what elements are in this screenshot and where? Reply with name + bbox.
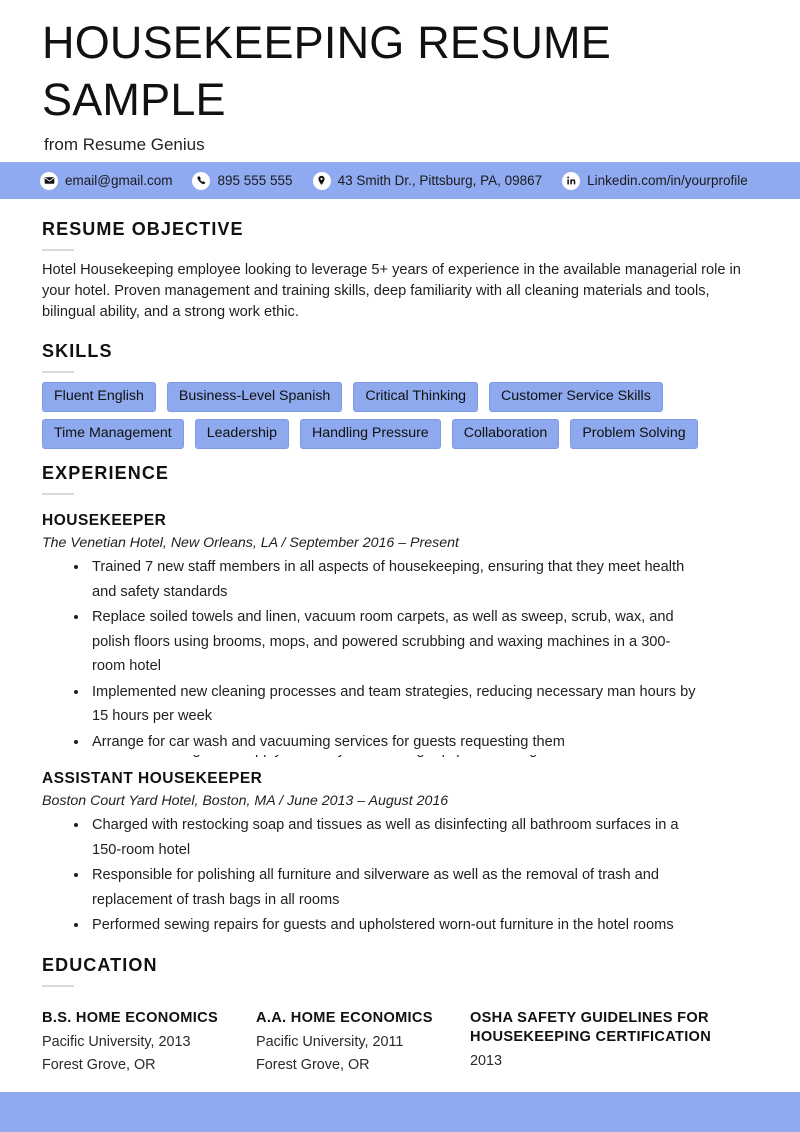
section-skills: SKILLS Fluent English Business-Level Spa… — [42, 341, 758, 449]
contact-item-phone[interactable]: 895 555 555 — [192, 171, 293, 190]
contact-item-address[interactable]: 43 Smith Dr., Pittsburg, PA, 09867 — [312, 171, 543, 190]
education-entry: A.A. HOME ECONOMICS Pacific University, … — [256, 1009, 470, 1077]
objective-text: Hotel Housekeeping employee looking to l… — [42, 262, 741, 320]
education-school: Pacific University, 2011 — [256, 1033, 404, 1050]
contact-linkedin-text: Linkedin.com/in/yourprofile — [587, 172, 748, 188]
experience-entry: ASSISTANT HOUSEKEEPER Boston Court Yard … — [42, 770, 758, 938]
bullet-item: Arrange for car wash and vacuuming servi… — [74, 730, 758, 755]
education-entry: OSHA SAFETY GUIDELINES FOR HOUSEKEEPING … — [470, 1009, 730, 1077]
contact-phone-text: 895 555 555 — [217, 172, 293, 188]
contact-bar: email@gmail.com 895 555 555 43 Smith Dr.… — [0, 162, 800, 199]
education-list: B.S. HOME ECONOMICS Pacific University, … — [42, 1009, 758, 1077]
education-school: Pacific University, 2013 — [42, 1033, 191, 1050]
section-experience: EXPERIENCE HOUSEKEEPER The Venetian Hote… — [42, 463, 758, 938]
skill-pill: Customer Service Skills — [489, 382, 663, 412]
section-divider — [42, 371, 74, 373]
linkedin-icon — [562, 171, 581, 190]
section-divider — [42, 984, 74, 987]
contact-item-linkedin[interactable]: Linkedin.com/in/yourprofile — [562, 171, 748, 190]
skill-pill: Problem Solving — [570, 419, 698, 449]
bullet-item: Trained 7 new staff members in all aspec… — [74, 555, 758, 604]
bullet-item: Performed sewing repairs for guests and … — [74, 913, 758, 938]
clipped-bullet-text: Oversee and organize supply inventory fo… — [92, 755, 702, 762]
bullet-item: Implemented new cleaning processes and t… — [74, 680, 758, 729]
skill-pill: Handling Pressure — [299, 419, 441, 449]
skill-pill: Critical Thinking — [353, 382, 478, 412]
education-degree: OSHA SAFETY GUIDELINES FOR HOUSEKEEPING … — [470, 1009, 712, 1045]
location-pin-icon — [312, 171, 331, 190]
education-year: 2013 — [470, 1052, 503, 1069]
job-meta: The Venetian Hotel, New Orleans, LA / Se… — [42, 535, 459, 551]
education-degree: B.S. HOME ECONOMICS — [42, 1009, 218, 1026]
email-icon — [40, 171, 58, 190]
education-location: Forest Grove, OR — [256, 1056, 370, 1073]
section-resume-objective: RESUME OBJECTIVE Hotel Housekeeping empl… — [42, 219, 758, 323]
resume-page: HOUSEKEEPING RESUME SAMPLE from Resume G… — [0, 0, 800, 1132]
phone-icon — [192, 171, 211, 190]
page-title: HOUSEKEEPING RESUME SAMPLE — [42, 17, 611, 125]
header-subtitle: from Resume Genius — [44, 135, 205, 154]
bullet-item: Responsible for polishing all furniture … — [74, 863, 758, 912]
contact-email-text: email@gmail.com — [65, 172, 173, 188]
section-heading-skills: SKILLS — [42, 341, 113, 361]
experience-entry: HOUSEKEEPER The Venetian Hotel, New Orle… — [42, 512, 758, 762]
resume-header: HOUSEKEEPING RESUME SAMPLE from Resume G… — [0, 0, 800, 162]
bullet-item: Charged with restocking soap and tissues… — [74, 813, 758, 862]
section-education: EDUCATION B.S. HOME ECONOMICS Pacific Un… — [42, 955, 758, 1077]
contact-address-text: 43 Smith Dr., Pittsburg, PA, 09867 — [337, 172, 543, 188]
section-heading-experience: EXPERIENCE — [42, 463, 170, 483]
resume-body: RESUME OBJECTIVE Hotel Housekeeping empl… — [0, 199, 800, 1077]
skill-pill: Business-Level Spanish — [166, 382, 343, 412]
education-location: Forest Grove, OR — [42, 1056, 156, 1073]
skill-pill: Fluent English — [42, 382, 156, 412]
job-bullets: Charged with restocking soap and tissues… — [42, 813, 758, 938]
section-divider — [42, 493, 74, 495]
job-bullets: Trained 7 new staff members in all aspec… — [42, 555, 758, 754]
clipped-overflow-bullet: Oversee and organize supply inventory fo… — [92, 755, 758, 762]
skill-pill: Leadership — [194, 419, 289, 449]
job-meta: Boston Court Yard Hotel, Boston, MA / Ju… — [42, 793, 449, 809]
section-divider — [42, 249, 74, 251]
job-title: ASSISTANT HOUSEKEEPER — [42, 770, 263, 787]
contact-item-email[interactable]: email@gmail.com — [40, 171, 173, 190]
education-degree: A.A. HOME ECONOMICS — [256, 1009, 433, 1026]
skills-list: Fluent English Business-Level Spanish Cr… — [42, 382, 722, 449]
skill-pill: Time Management — [42, 419, 184, 449]
bullet-item: Replace soiled towels and linen, vacuum … — [74, 605, 758, 679]
job-title: HOUSEKEEPER — [42, 512, 167, 529]
education-entry: B.S. HOME ECONOMICS Pacific University, … — [42, 1009, 256, 1077]
skill-pill: Collaboration — [451, 419, 560, 449]
footer-bar — [0, 1092, 800, 1132]
section-heading-objective: RESUME OBJECTIVE — [42, 219, 244, 239]
section-heading-education: EDUCATION — [42, 954, 158, 975]
